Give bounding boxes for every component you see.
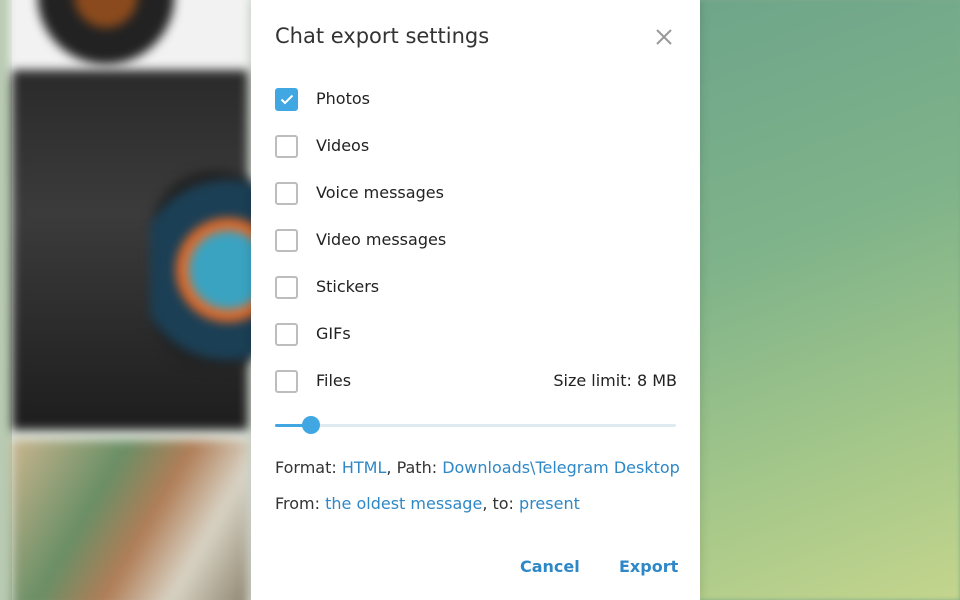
from-prefix: From: xyxy=(275,494,326,513)
option-label: Stickers xyxy=(316,277,380,296)
video-messages-checkbox[interactable] xyxy=(275,229,298,252)
media-thumbnail xyxy=(12,440,248,600)
option-photos[interactable]: Photos xyxy=(275,87,677,134)
to-prefix: , to: xyxy=(482,494,520,513)
close-button[interactable] xyxy=(649,22,679,52)
media-thumbnail xyxy=(10,0,250,80)
format-prefix: Format: xyxy=(275,458,342,477)
stickers-checkbox[interactable] xyxy=(275,276,298,299)
path-prefix: , Path: xyxy=(386,458,443,477)
files-checkbox[interactable] xyxy=(275,370,298,393)
option-videos[interactable]: Videos xyxy=(275,134,677,181)
dialog-title: Chat export settings xyxy=(275,24,490,48)
media-panel-edge xyxy=(0,0,12,600)
format-path-line: Format: HTML, Path: Downloads\Telegram D… xyxy=(275,458,680,477)
option-voice-messages[interactable]: Voice messages xyxy=(275,181,677,228)
format-link[interactable]: HTML xyxy=(342,458,387,477)
option-label: Files xyxy=(316,371,352,390)
option-stickers[interactable]: Stickers xyxy=(275,275,677,322)
option-label: Photos xyxy=(316,89,370,108)
option-video-messages[interactable]: Video messages xyxy=(275,228,677,275)
option-files[interactable]: Files Size limit: 8 MB xyxy=(275,369,677,416)
size-limit-slider[interactable] xyxy=(275,416,676,436)
from-date-link[interactable]: the oldest message xyxy=(325,494,482,513)
wallpaper xyxy=(680,0,960,600)
path-link[interactable]: Downloads\Telegram Desktop xyxy=(442,458,680,477)
size-limit-label: Size limit: 8 MB xyxy=(553,371,677,390)
date-range-line: From: the oldest message, to: present xyxy=(275,494,580,513)
close-icon xyxy=(656,29,672,45)
videos-checkbox[interactable] xyxy=(275,135,298,158)
slider-track xyxy=(275,424,676,427)
media-type-options: Photos Videos Voice messages Video messa… xyxy=(275,87,677,416)
slider-handle[interactable] xyxy=(302,416,321,434)
export-dialog: Chat export settings Photos Videos Voice… xyxy=(251,0,700,600)
option-gifs[interactable]: GIFs xyxy=(275,322,677,369)
checkmark-icon xyxy=(280,94,294,105)
option-label: Voice messages xyxy=(316,183,444,202)
voice-messages-checkbox[interactable] xyxy=(275,182,298,205)
export-button[interactable]: Export xyxy=(619,557,678,576)
option-label: GIFs xyxy=(316,324,351,343)
option-label: Videos xyxy=(316,136,370,155)
gifs-checkbox[interactable] xyxy=(275,323,298,346)
option-label: Video messages xyxy=(316,230,447,249)
cancel-button[interactable]: Cancel xyxy=(520,557,580,576)
photos-checkbox[interactable] xyxy=(275,88,298,111)
to-date-link[interactable]: present xyxy=(519,494,580,513)
